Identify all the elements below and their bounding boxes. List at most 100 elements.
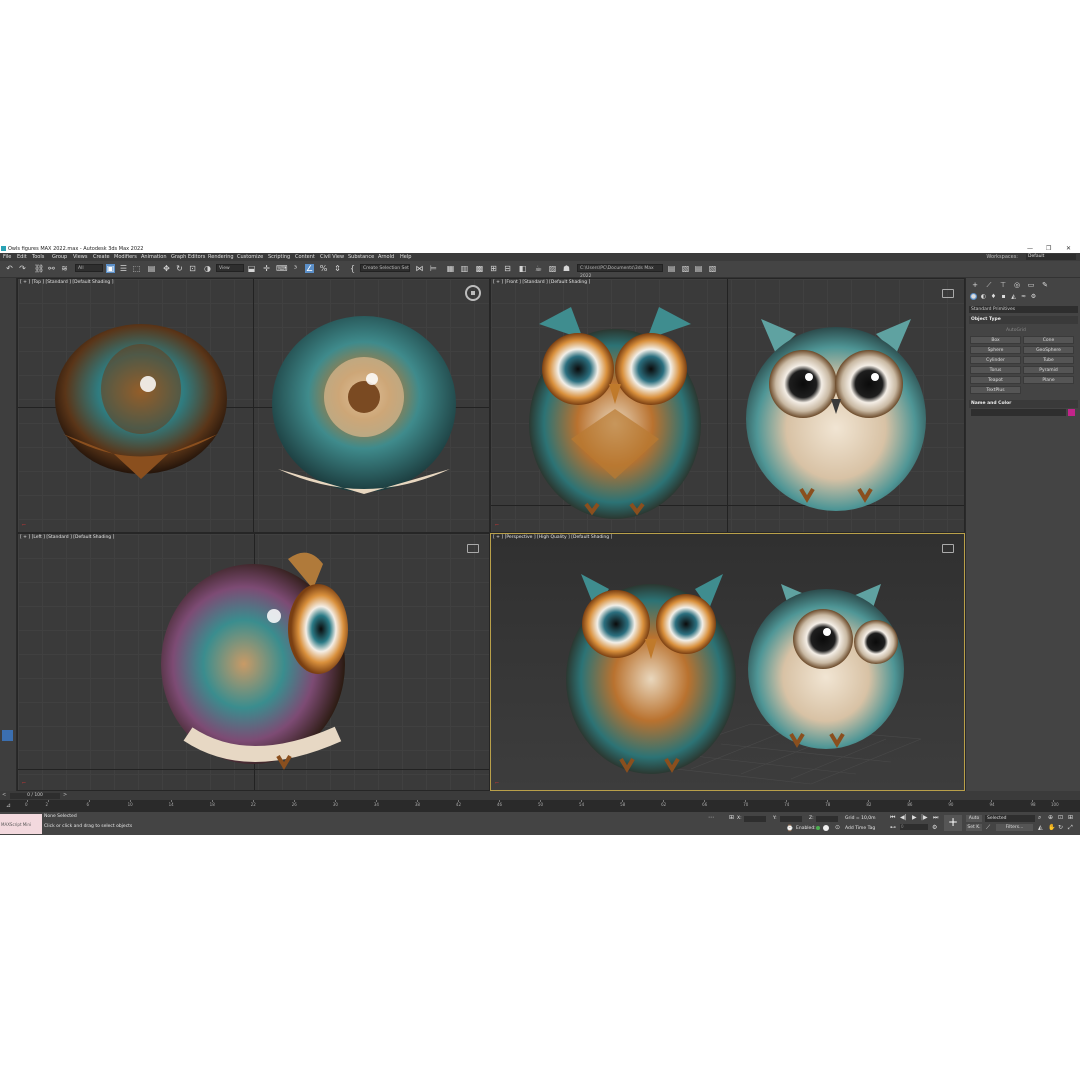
set-key-big-icon[interactable]: + bbox=[944, 815, 962, 831]
toggle-scene-explorer-icon[interactable]: ▦ bbox=[446, 264, 455, 273]
time-slider-right-arrow-icon[interactable]: > bbox=[63, 792, 67, 798]
maximize-icon[interactable]: ❐ bbox=[1046, 245, 1051, 252]
render-setup-icon[interactable]: ☕ bbox=[534, 264, 543, 273]
orbit-icon[interactable]: ↻ bbox=[1058, 824, 1063, 831]
menu-customize[interactable]: Customize bbox=[237, 254, 263, 260]
maximize-viewport-icon[interactable]: ⤢ bbox=[1068, 824, 1073, 832]
align-icon[interactable]: ⊨ bbox=[429, 264, 438, 273]
time-slider-left-arrow-icon[interactable]: < bbox=[2, 792, 6, 798]
display-tab-icon[interactable]: ▭ bbox=[1027, 281, 1035, 289]
layer-explorer-icon[interactable]: ▥ bbox=[460, 264, 469, 273]
time-configuration-icon[interactable]: ⚙ bbox=[932, 824, 937, 831]
menu-group[interactable]: Group bbox=[52, 254, 67, 260]
reference-coordinate-dropdown[interactable]: View bbox=[216, 264, 244, 272]
curve-editor-icon[interactable]: ⊞ bbox=[489, 264, 498, 273]
enabled-toggle-icon[interactable] bbox=[823, 825, 829, 831]
current-frame-field[interactable]: 0 bbox=[900, 824, 928, 830]
redo-icon[interactable]: ↷ bbox=[18, 264, 27, 273]
lights-icon[interactable]: ♦ bbox=[990, 293, 997, 300]
next-frame-icon[interactable]: |▶ bbox=[921, 814, 928, 821]
y-coordinate-field[interactable] bbox=[780, 816, 802, 822]
add-time-tag-label[interactable]: Add Time Tag bbox=[845, 826, 875, 831]
project-icon[interactable]: ▧ bbox=[681, 264, 690, 273]
pyramid-button[interactable]: Pyramid bbox=[1023, 366, 1074, 374]
menu-views[interactable]: Views bbox=[73, 254, 87, 260]
frame-counter[interactable]: 0 / 100 bbox=[10, 793, 60, 799]
menu-content[interactable]: Content bbox=[295, 254, 315, 260]
select-by-name-icon[interactable]: ☰ bbox=[119, 264, 128, 273]
placement-icon[interactable]: ◑ bbox=[203, 264, 212, 273]
folder-icon[interactable]: ▤ bbox=[694, 264, 703, 273]
play-icon[interactable]: ▶ bbox=[912, 814, 917, 821]
toggle-ribbon-icon[interactable]: ▩ bbox=[475, 264, 484, 273]
mirror-icon[interactable]: ⋈ bbox=[415, 264, 424, 273]
menu-graph-editors[interactable]: Graph Editors bbox=[171, 254, 205, 260]
menu-create[interactable]: Create bbox=[93, 254, 110, 260]
absolute-mode-icon[interactable]: ⊞ bbox=[729, 814, 734, 821]
autogrid-checkbox[interactable]: AutoGrid bbox=[1006, 328, 1026, 333]
angle-snap-icon[interactable]: ∠ bbox=[305, 264, 314, 273]
viewport-front[interactable]: [ + ] [Front ] [Standard ] [Default Shad… bbox=[490, 278, 965, 533]
key-mode-icon[interactable]: ⊷ bbox=[890, 824, 896, 831]
menu-civil-view[interactable]: Civil View bbox=[320, 254, 344, 260]
hierarchy-tab-icon[interactable]: ⊤ bbox=[999, 281, 1007, 289]
motion-tab-icon[interactable]: ◎ bbox=[1013, 281, 1021, 289]
select-manipulate-icon[interactable]: ✛ bbox=[262, 264, 271, 273]
rotate-icon[interactable]: ↻ bbox=[175, 264, 184, 273]
move-icon[interactable]: ✥ bbox=[162, 264, 171, 273]
percent-snap-icon[interactable]: % bbox=[319, 264, 328, 273]
geosphere-button[interactable]: GeoSphere bbox=[1023, 346, 1074, 354]
undo-icon[interactable]: ↶ bbox=[5, 264, 14, 273]
create-tab-icon[interactable]: + bbox=[971, 281, 979, 289]
geometry-icon[interactable]: ● bbox=[970, 293, 977, 300]
menu-substance[interactable]: Substance bbox=[348, 254, 374, 260]
z-coordinate-field[interactable] bbox=[816, 816, 838, 822]
zoom-extents-icon[interactable]: ⊡ bbox=[1058, 814, 1063, 821]
scale-icon[interactable]: ⊡ bbox=[188, 264, 197, 273]
utilities-tab-icon[interactable]: ✎ bbox=[1041, 281, 1049, 289]
filters-button[interactable]: Filters... bbox=[996, 824, 1033, 831]
torus-button[interactable]: Torus bbox=[970, 366, 1021, 374]
track-bar[interactable]: ⊿ 0 2 6 10 14 18 22 26 30 34 38 42 46 50 54 58 62 66 70 74 7… bbox=[0, 800, 1080, 812]
named-selection-dropdown[interactable]: Create Selection Set bbox=[360, 264, 410, 272]
bind-space-warp-icon[interactable]: ≋ bbox=[60, 264, 69, 273]
viewport-left[interactable]: [ + ] [Left ] [Standard ] [Default Shadi… bbox=[17, 533, 490, 791]
box-button[interactable]: Box bbox=[970, 336, 1021, 344]
key-filter-dropdown[interactable]: Selected bbox=[985, 815, 1035, 822]
auto-key-button[interactable]: Auto bbox=[966, 815, 982, 822]
teapot-button[interactable]: Teapot bbox=[970, 376, 1021, 384]
viewport-perspective[interactable]: [ + ] [Perspective ] [High Quality ] [De… bbox=[490, 533, 965, 791]
edit-named-selection-icon[interactable]: { bbox=[348, 264, 357, 273]
cone-button[interactable]: Cone bbox=[1023, 336, 1074, 344]
menu-file[interactable]: File bbox=[3, 254, 11, 260]
previous-frame-icon[interactable]: ◀| bbox=[900, 814, 907, 821]
render-production-icon[interactable]: ☗ bbox=[562, 264, 571, 273]
isolate-selection-icon[interactable]: ⋯ bbox=[708, 814, 714, 821]
name-and-color-rollout[interactable]: Name and Color bbox=[969, 400, 1078, 408]
primitive-category-dropdown[interactable]: Standard Primitives bbox=[969, 306, 1078, 313]
pivot-center-icon[interactable]: ⬓ bbox=[247, 264, 256, 273]
key-tangent-icon[interactable]: ⟋ bbox=[986, 824, 990, 832]
helpers-icon[interactable]: ◭ bbox=[1010, 293, 1017, 300]
folder-settings-icon[interactable]: ▧ bbox=[708, 264, 717, 273]
window-crossing-icon[interactable]: ▤ bbox=[147, 264, 156, 273]
spinner-snap-icon[interactable]: ⇕ bbox=[333, 264, 342, 273]
pan-icon[interactable]: ✋ bbox=[1048, 824, 1055, 831]
schematic-view-icon[interactable]: ⊟ bbox=[503, 264, 512, 273]
time-slider[interactable]: < 0 / 100 > bbox=[0, 791, 1080, 800]
set-key-button[interactable]: Set K. bbox=[966, 824, 982, 831]
modify-tab-icon[interactable]: ⟋ bbox=[985, 281, 993, 289]
menu-help[interactable]: Help bbox=[400, 254, 411, 260]
go-to-start-icon[interactable]: ⏮ bbox=[890, 814, 895, 822]
unlink-icon[interactable]: ⚯ bbox=[47, 264, 56, 273]
object-color-swatch[interactable] bbox=[1068, 409, 1075, 416]
maxscript-listener[interactable]: MAXScript Mini bbox=[0, 814, 42, 834]
rendered-frame-icon[interactable]: ▨ bbox=[548, 264, 557, 273]
minimize-icon[interactable]: — bbox=[1027, 245, 1033, 252]
keyboard-shortcut-icon[interactable]: ⌨ bbox=[276, 264, 288, 273]
plane-button[interactable]: Plane bbox=[1023, 376, 1074, 384]
menu-modifiers[interactable]: Modifiers bbox=[114, 254, 137, 260]
cameras-icon[interactable]: ▪ bbox=[1000, 293, 1007, 300]
viewport-top[interactable]: [ + ] [Top ] [Standard ] [Default Shadin… bbox=[17, 278, 490, 533]
material-editor-icon[interactable]: ◧ bbox=[518, 264, 527, 273]
